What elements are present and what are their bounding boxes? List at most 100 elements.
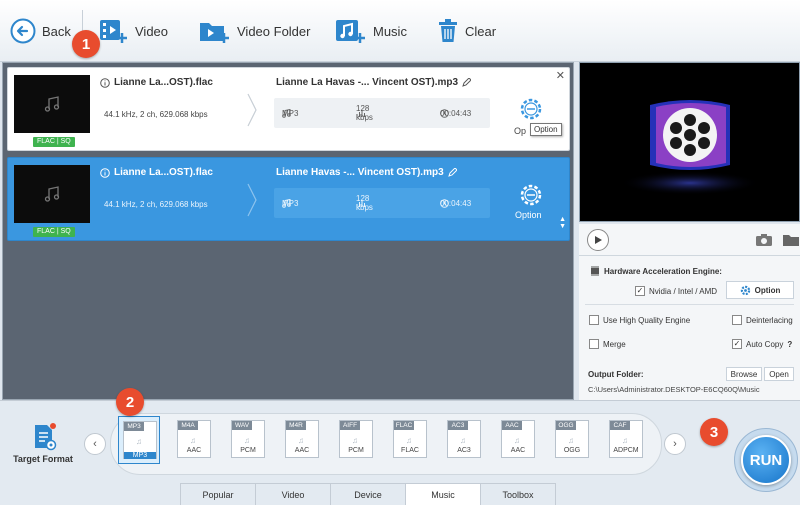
music-note-icon bbox=[44, 96, 60, 112]
category-tabs: Popular Video Device Music Toolbox bbox=[180, 483, 556, 505]
format-m4a[interactable]: M4A ♫ AAC bbox=[173, 416, 215, 464]
play-button[interactable] bbox=[587, 229, 609, 251]
browse-button[interactable]: Browse bbox=[726, 367, 762, 381]
source-filename: Lianne La...OST).flac bbox=[100, 77, 213, 88]
add-video-button[interactable]: Video bbox=[99, 12, 168, 50]
music-note-icon: ♫ bbox=[298, 436, 304, 445]
music-note-icon: ♫ bbox=[568, 436, 574, 445]
music-note-icon bbox=[44, 186, 60, 202]
thumbnail bbox=[14, 165, 90, 223]
target-format-button[interactable]: Target Format bbox=[10, 423, 76, 464]
format-file-icon: M4A ♫ AAC bbox=[177, 420, 211, 458]
music-note-icon: ♫ bbox=[622, 436, 628, 445]
music-label: Music bbox=[373, 23, 407, 39]
open-button[interactable]: Open bbox=[764, 367, 794, 381]
option-tooltip: Option bbox=[530, 123, 562, 136]
checkbox-unchecked[interactable] bbox=[732, 315, 742, 325]
format-aiff[interactable]: AIFF ♫ PCM bbox=[335, 416, 377, 464]
checkbox-checked[interactable]: ✓ bbox=[635, 286, 645, 296]
format-file-icon: AIFF ♫ PCM bbox=[339, 420, 373, 458]
output-duration: 00:04:43 bbox=[440, 198, 472, 208]
task-list: FLAC | SQ Lianne La...OST).flac 44.1 kHz… bbox=[2, 62, 574, 400]
option-label[interactable]: Op bbox=[514, 126, 526, 136]
help-icon[interactable]: ? bbox=[787, 340, 792, 349]
codec-option-gear-icon[interactable] bbox=[516, 94, 546, 124]
format-caf[interactable]: CAF ♫ ADPCM bbox=[605, 416, 647, 464]
option-label[interactable]: Option bbox=[515, 210, 542, 220]
hw-option-button[interactable]: Option bbox=[726, 281, 794, 299]
close-task-icon[interactable]: ✕ bbox=[556, 69, 565, 82]
info-icon[interactable] bbox=[100, 77, 110, 88]
auto-copy-checkbox[interactable]: ✓ Auto Copy ? bbox=[732, 339, 792, 349]
music-note-icon: ♫ bbox=[190, 436, 196, 445]
format-mp3[interactable]: MP3 ♫ MP3 bbox=[118, 416, 160, 464]
gear-icon bbox=[740, 285, 750, 295]
tab-video[interactable]: Video bbox=[255, 483, 331, 505]
snapshot-camera-icon[interactable] bbox=[755, 233, 773, 247]
format-file-icon: FLAC ♫ FLAC bbox=[393, 420, 427, 458]
tab-toolbox[interactable]: Toolbox bbox=[480, 483, 556, 505]
tab-device[interactable]: Device bbox=[330, 483, 406, 505]
output-details[interactable]: MP3 128 kbps 00:04:43 bbox=[274, 98, 490, 128]
format-wav[interactable]: WAV ♫ PCM bbox=[227, 416, 269, 464]
video-label: Video bbox=[135, 23, 169, 39]
format-m4r[interactable]: M4R ♫ AAC bbox=[281, 416, 323, 464]
arrow-separator-icon bbox=[247, 183, 257, 217]
output-format: MP3 bbox=[282, 198, 299, 208]
source-info: 44.1 kHz, 2 ch, 629.068 kbps bbox=[104, 110, 208, 119]
tab-popular[interactable]: Popular bbox=[180, 483, 256, 505]
back-button[interactable]: Back bbox=[10, 12, 71, 50]
run-button[interactable]: RUN bbox=[741, 435, 791, 485]
toolbar: Back Video Video Folder Music Clear bbox=[0, 0, 800, 62]
music-note-icon: ♫ bbox=[460, 436, 466, 445]
merge-checkbox[interactable]: Merge bbox=[589, 339, 626, 349]
arrow-separator-icon bbox=[247, 93, 257, 127]
output-path: C:\Users\Administrator.DESKTOP-E6CQ60Q\M… bbox=[588, 385, 760, 394]
hardware-acceleration-title: Hardware Acceleration Engine: bbox=[589, 266, 722, 276]
codec-option-gear-icon[interactable] bbox=[516, 180, 546, 210]
deinterlacing-checkbox[interactable]: Deinterlacing bbox=[732, 315, 793, 325]
add-music-button[interactable]: Music bbox=[335, 12, 407, 50]
high-quality-engine-checkbox[interactable]: Use High Quality Engine bbox=[589, 315, 690, 325]
output-bitrate: 128 kbps bbox=[356, 194, 373, 212]
target-format-icon bbox=[35, 423, 57, 451]
checkbox-checked[interactable]: ✓ bbox=[732, 339, 742, 349]
format-next-button[interactable]: › bbox=[664, 433, 686, 455]
player-controls bbox=[579, 224, 800, 256]
reorder-arrows-icon[interactable]: ▲ ▼ bbox=[559, 216, 566, 230]
format-prev-button[interactable]: ‹ bbox=[84, 433, 106, 455]
video-folder-icon bbox=[200, 23, 229, 43]
tab-music[interactable]: Music bbox=[405, 483, 481, 505]
music-note-icon: ♫ bbox=[406, 436, 412, 445]
source-info: 44.1 kHz, 2 ch, 629.068 kbps bbox=[104, 200, 208, 209]
format-file-icon: CAF ♫ ADPCM bbox=[609, 420, 643, 458]
format-file-icon: AC3 ♫ AC3 bbox=[447, 420, 481, 458]
add-video-folder-button[interactable]: Video Folder bbox=[199, 12, 310, 50]
format-file-icon: MP3 ♫ MP3 bbox=[123, 421, 157, 459]
source-filename: Lianne La...OST).flac bbox=[100, 167, 213, 178]
task-item-selected[interactable]: FLAC | SQ Lianne La...OST).flac 44.1 kHz… bbox=[7, 157, 570, 241]
format-aac[interactable]: AAC ♫ AAC bbox=[497, 416, 539, 464]
video-folder-label: Video Folder bbox=[237, 23, 311, 39]
format-flac[interactable]: FLAC ♫ FLAC bbox=[389, 416, 431, 464]
info-icon[interactable] bbox=[100, 167, 110, 178]
nvidia-intel-amd-checkbox[interactable]: ✓ Nvidia / Intel / AMD bbox=[635, 286, 717, 296]
edit-pencil-icon[interactable] bbox=[462, 78, 472, 87]
format-file-icon: OGG ♫ OGG bbox=[555, 420, 589, 458]
step-marker-3: 3 bbox=[700, 418, 728, 446]
trash-icon bbox=[439, 19, 457, 42]
add-music-icon bbox=[336, 20, 365, 43]
back-arrow-icon bbox=[10, 18, 36, 44]
clear-button[interactable]: Clear bbox=[437, 12, 496, 50]
output-details[interactable]: MP3 128 kbps 00:04:43 bbox=[274, 188, 490, 218]
open-folder-icon[interactable] bbox=[782, 233, 800, 247]
format-file-icon: AAC ♫ AAC bbox=[501, 420, 535, 458]
task-item[interactable]: FLAC | SQ Lianne La...OST).flac 44.1 kHz… bbox=[7, 67, 570, 151]
edit-pencil-icon[interactable] bbox=[447, 168, 457, 177]
checkbox-unchecked[interactable] bbox=[589, 339, 599, 349]
checkbox-unchecked[interactable] bbox=[589, 315, 599, 325]
format-ogg[interactable]: OGG ♫ OGG bbox=[551, 416, 593, 464]
quality-badge: FLAC | SQ bbox=[33, 227, 75, 237]
settings-panel: Hardware Acceleration Engine: ✓ Nvidia /… bbox=[579, 256, 800, 400]
format-ac3[interactable]: AC3 ♫ AC3 bbox=[443, 416, 485, 464]
